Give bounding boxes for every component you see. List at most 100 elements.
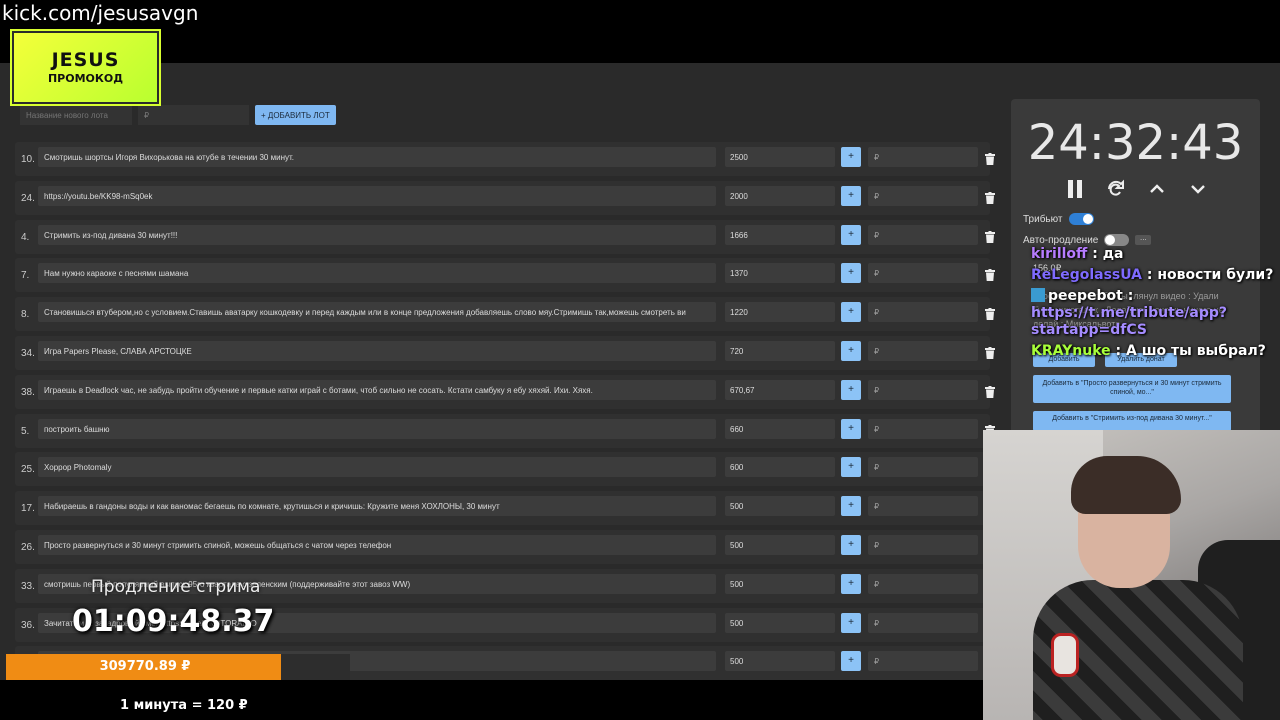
lot-add-button[interactable]: + — [841, 147, 861, 167]
new-lot-price-input[interactable] — [138, 105, 249, 125]
lot-title-field[interactable]: Набираешь в гандоны воды и как ваномас б… — [38, 496, 716, 517]
lot-amount-field[interactable]: 2000 — [725, 185, 835, 206]
chat-message: kirilloff : да — [1031, 246, 1280, 263]
promo-line1: JESUS — [51, 49, 120, 71]
add-lot-button[interactable]: + ДОБАВИТЬ ЛОТ — [255, 105, 336, 125]
lot-add-button[interactable]: + — [841, 651, 861, 672]
trash-icon[interactable] — [985, 346, 995, 359]
lot-number: 25. — [21, 464, 35, 476]
chevron-down-icon[interactable] — [1186, 177, 1210, 201]
chat-separator: : — [1142, 267, 1158, 283]
lot-amount-field[interactable]: 720 — [725, 340, 835, 361]
trash-icon[interactable] — [985, 191, 995, 204]
lot-add-amount-input[interactable]: ₽ — [868, 185, 978, 206]
lot-title-field[interactable]: Становишься втубером,но с условием.Стави… — [38, 302, 716, 323]
lot-title-field[interactable]: Нам нужно караоке с песнями шамана — [38, 263, 716, 284]
donation-target-button[interactable]: Добавить в "Просто развернуться и 30 мин… — [1033, 375, 1231, 403]
reset-icon[interactable] — [1104, 177, 1128, 201]
lot-amount-field[interactable]: 670,67 — [725, 379, 835, 400]
chat-text: А шо ты выбрал? — [1125, 343, 1266, 359]
lot-add-button[interactable]: + — [841, 263, 861, 284]
lot-row: 17. Набираешь в гандоны воды и как ванома… — [15, 491, 995, 526]
tribute-option: Трибьют — [1023, 213, 1094, 225]
lot-title-field[interactable]: построить башню — [38, 418, 716, 439]
lot-add-button[interactable]: + — [841, 224, 861, 245]
autoextend-toggle[interactable] — [1104, 234, 1130, 246]
chat-username[interactable]: peepebot — [1048, 288, 1123, 304]
trash-icon[interactable] — [985, 307, 995, 321]
lot-add-button[interactable]: + — [841, 185, 861, 206]
lot-title-field[interactable]: Просто развернуться и 30 минут стримить … — [38, 534, 716, 555]
lot-number: 33. — [21, 580, 35, 592]
lot-add-amount-input[interactable]: ₽ — [868, 612, 978, 633]
promo-logo[interactable]: JESUS ПРОМОКОД — [12, 31, 159, 104]
lot-add-amount-input[interactable]: ₽ — [868, 457, 978, 478]
lot-add-button[interactable]: + — [841, 534, 861, 555]
lot-amount-field[interactable]: 660 — [725, 418, 835, 439]
lot-add-amount-input[interactable]: ₽ — [868, 573, 978, 594]
lot-add-button[interactable]: + — [841, 340, 861, 361]
lot-add-amount-input[interactable]: ₽ — [868, 224, 978, 245]
lot-amount-field[interactable]: 600 — [725, 457, 835, 478]
lot-amount-field[interactable]: 500 — [725, 612, 835, 633]
chat-username[interactable]: ReLegolassUA — [1031, 267, 1142, 283]
lot-amount-field[interactable]: 500 — [725, 534, 835, 555]
lot-add-button[interactable]: + — [841, 457, 861, 478]
more-button[interactable]: ... — [1135, 234, 1152, 245]
lot-add-amount-input[interactable]: ₽ — [868, 263, 978, 284]
lot-amount-field[interactable]: 1220 — [725, 302, 835, 323]
lot-add-amount-input[interactable]: ₽ — [868, 147, 978, 167]
lot-add-amount-input[interactable]: ₽ — [868, 302, 978, 323]
lot-add-amount-input[interactable]: ₽ — [868, 340, 978, 361]
trash-icon[interactable] — [985, 268, 995, 282]
lot-amount-field[interactable]: 2500 — [725, 147, 835, 167]
lot-amount-field[interactable]: 500 — [725, 496, 835, 517]
lot-title-field[interactable]: Игра Papers Please, СЛАВА АРСТОЦКЕ — [38, 340, 716, 361]
new-lot-name-input[interactable] — [20, 105, 132, 125]
lot-number: 7. — [21, 270, 30, 282]
lot-title-field[interactable]: Хоррор Photomaly — [38, 457, 716, 478]
chat-text: https://t.me/tribute/app?startapp=dfCS — [1031, 305, 1228, 338]
lot-add-amount-input[interactable]: ₽ — [868, 651, 978, 672]
pause-icon[interactable] — [1063, 177, 1087, 201]
lot-title-field[interactable]: Смотришь шортсы Игоря Вихорькова на ютуб… — [38, 147, 716, 167]
lot-title-field[interactable]: Стримить из-под дивана 30 минут!!! — [38, 224, 716, 245]
lot-add-amount-input[interactable]: ₽ — [868, 379, 978, 400]
chat-message: KRAYnuke : А шо ты выбрал? — [1031, 343, 1280, 360]
lot-add-amount-input[interactable]: ₽ — [868, 496, 978, 517]
lot-add-button[interactable]: + — [841, 573, 861, 594]
lot-number: 34. — [21, 347, 35, 359]
lot-amount-field[interactable]: 500 — [725, 573, 835, 594]
tribute-toggle[interactable] — [1068, 213, 1094, 225]
lot-row: 5. построить башню 660 + ₽ — [15, 413, 995, 448]
lot-add-button[interactable]: + — [841, 418, 861, 439]
progress-total: 309770.89 ₽ — [99, 659, 191, 674]
lot-amount-field[interactable]: 1370 — [725, 263, 835, 284]
lot-add-button[interactable]: + — [841, 612, 861, 633]
add-lot-bar: + ДОБАВИТЬ ЛОТ — [20, 105, 336, 127]
lot-number: 4. — [21, 231, 30, 243]
lot-title-field[interactable]: https://youtu.be/KK98-mSq0ek — [38, 185, 716, 206]
lot-add-amount-input[interactable]: ₽ — [868, 534, 978, 555]
chat-username[interactable]: kirilloff — [1031, 246, 1087, 262]
lot-row: 25. Хоррор Photomaly 600 + ₽ — [15, 452, 995, 487]
lot-title-field[interactable]: Играешь в Deadlock час, не забудь пройти… — [38, 379, 716, 400]
lot-amount-field[interactable]: 500 — [725, 651, 835, 672]
chat-separator: : — [1087, 246, 1103, 262]
chat-username[interactable]: KRAYnuke — [1031, 343, 1111, 359]
lot-add-button[interactable]: + — [841, 379, 861, 400]
promo-line2: ПРОМОКОД — [47, 72, 124, 85]
lot-add-button[interactable]: + — [841, 496, 861, 517]
webcam-streamer-hair — [1071, 456, 1181, 514]
lot-add-button[interactable]: + — [841, 302, 861, 323]
trash-icon[interactable] — [985, 230, 995, 243]
chevron-up-icon[interactable] — [1145, 177, 1169, 201]
trash-icon[interactable] — [985, 385, 995, 398]
lot-amount-field[interactable]: 1666 — [725, 224, 835, 245]
trash-icon[interactable] — [985, 152, 995, 165]
webcam-feed — [983, 430, 1280, 720]
lot-add-amount-input[interactable]: ₽ — [868, 418, 978, 439]
lot-number: 38. — [21, 386, 35, 398]
lot-row: 8. Становишься втубером,но с условием.Ста… — [15, 297, 995, 332]
donation-target-button[interactable]: Добавить в "Стримить из-под дивана 30 ми… — [1033, 411, 1231, 431]
